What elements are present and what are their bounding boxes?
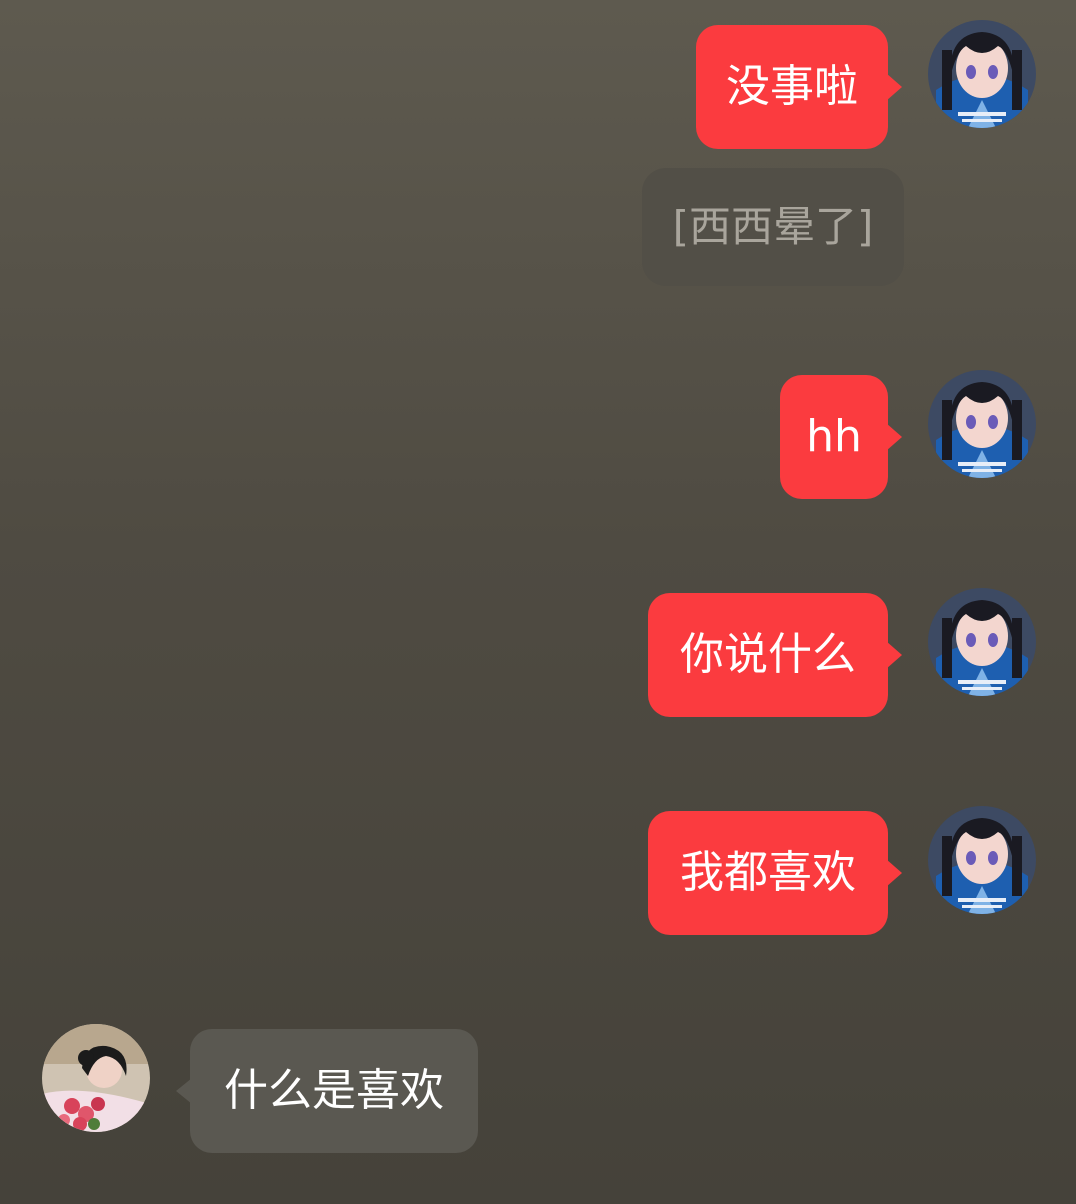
anime-girl-avatar-icon [928,588,1036,696]
message-text: 我都喜欢 [680,847,856,898]
self-avatar[interactable] [928,20,1036,128]
message-text: 没事啦 [726,61,858,112]
message-text: 什么是喜欢 [224,1065,444,1116]
anime-girl-avatar-icon [928,20,1036,128]
outgoing-message-bubble[interactable]: 我都喜欢 [648,811,902,935]
outgoing-message-bubble[interactable]: hh [780,375,902,499]
outgoing-message-bubble[interactable]: 没事啦 [696,25,902,149]
anime-girl-avatar-icon [928,370,1036,478]
incoming-message-bubble[interactable]: 什么是喜欢 [176,1029,478,1153]
person-with-flowers-avatar-icon [42,1024,150,1132]
message-text: hh [806,411,862,462]
self-avatar[interactable] [928,588,1036,696]
outgoing-message-bubble[interactable]: 你说什么 [648,593,902,717]
anime-girl-avatar-icon [928,806,1036,914]
self-avatar[interactable] [928,806,1036,914]
sticker-placeholder[interactable]: [西西晕了] [642,168,904,286]
chat-message-list[interactable]: 没事啦 [西西晕了] hh 你说什么 我都喜欢 什么是喜欢 [0,0,1076,1204]
other-avatar[interactable] [42,1024,150,1132]
message-text: 你说什么 [680,629,856,680]
sticker-label: [西西晕了] [672,202,874,251]
self-avatar[interactable] [928,370,1036,478]
